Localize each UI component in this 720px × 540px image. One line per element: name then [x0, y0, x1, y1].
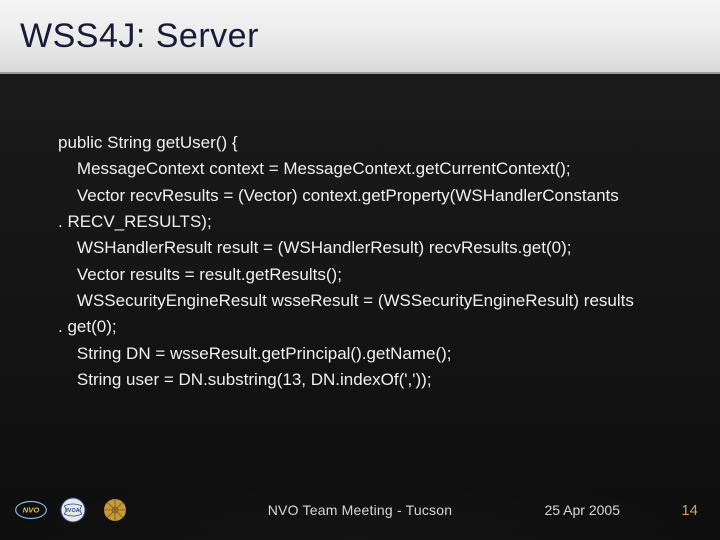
- code-line: public String getUser() {: [58, 130, 700, 156]
- title-bar: WSS4J: Server: [0, 0, 720, 74]
- code-line: . get(0);: [58, 314, 700, 340]
- code-line: MessageContext context = MessageContext.…: [58, 156, 700, 182]
- footer-date: 25 Apr 2005: [544, 502, 620, 518]
- code-line: String user = DN.substring(13, DN.indexO…: [58, 367, 700, 393]
- code-line: Vector results = result.getResults();: [58, 262, 700, 288]
- code-line: WSHandlerResult result = (WSHandlerResul…: [58, 235, 700, 261]
- slide-body: public String getUser() { MessageContext…: [58, 130, 700, 393]
- code-line: Vector recvResults = (Vector) context.ge…: [58, 183, 700, 209]
- footer: NVO IVOA NVO Team: [0, 490, 720, 530]
- code-line: WSSecurityEngineResult wsseResult = (WSS…: [58, 288, 700, 314]
- code-line: String DN = wsseResult.getPrincipal().ge…: [58, 341, 700, 367]
- footer-page-number: 14: [681, 502, 698, 519]
- code-line: . RECV_RESULTS);: [58, 209, 700, 235]
- slide-title: WSS4J: Server: [20, 17, 259, 56]
